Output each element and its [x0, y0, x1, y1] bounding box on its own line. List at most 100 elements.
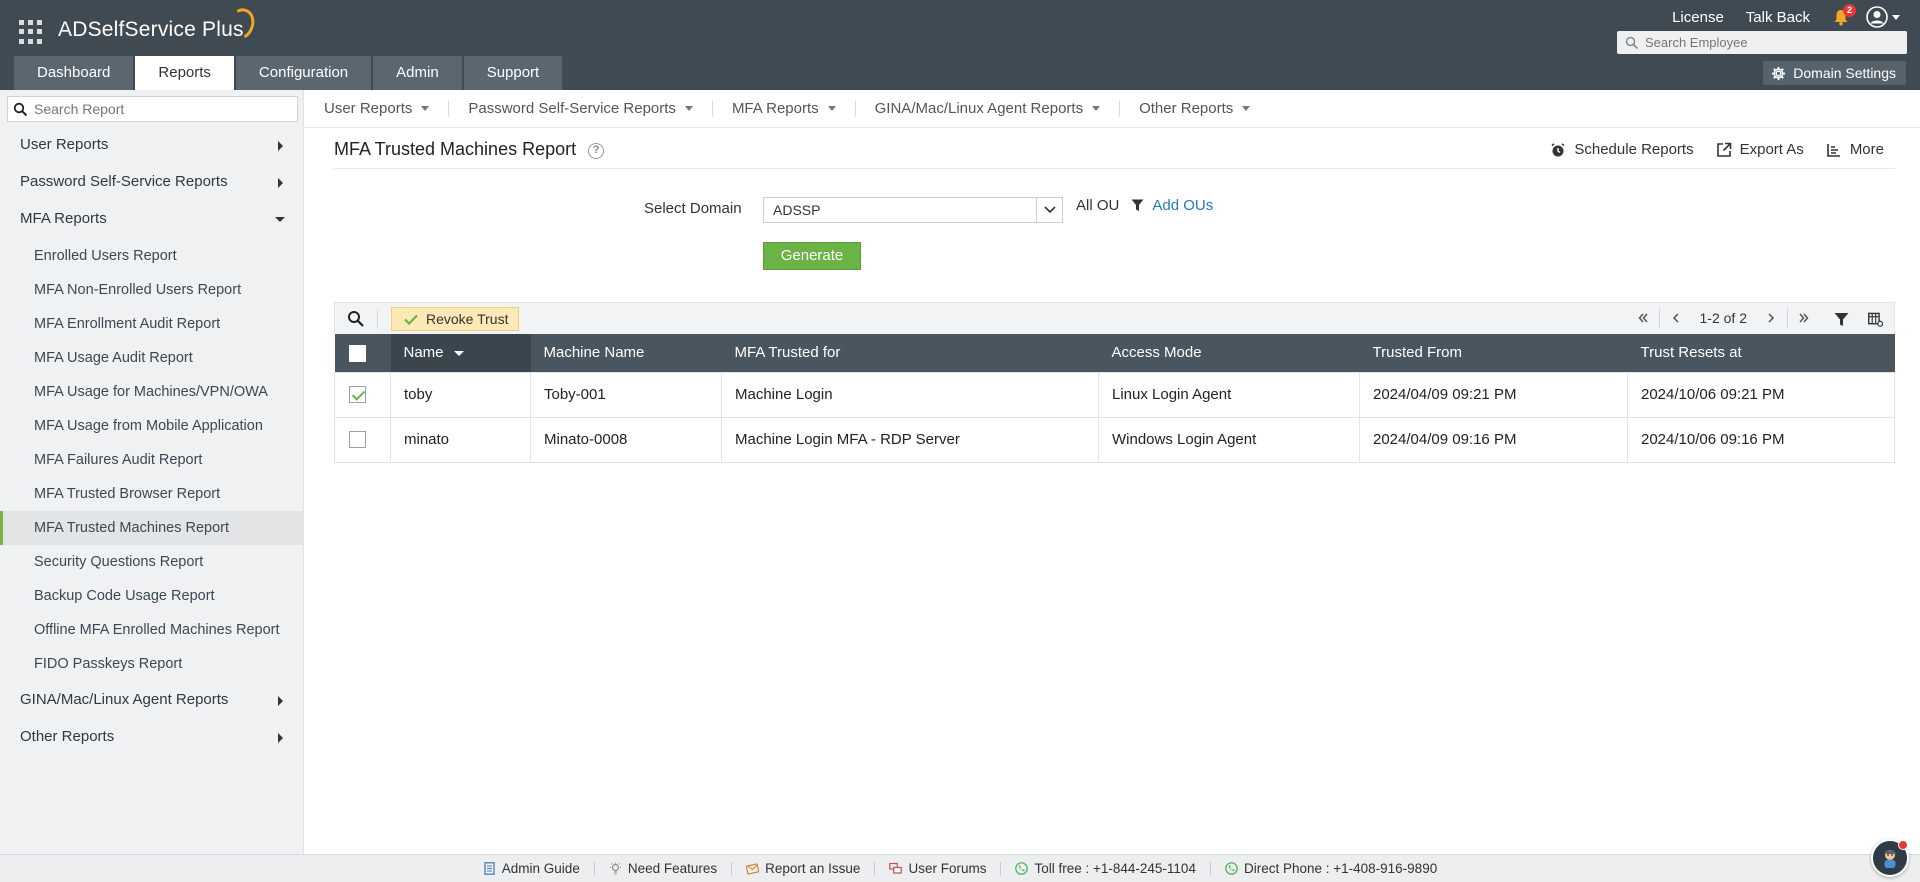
more-label: More — [1849, 141, 1884, 158]
row-checkbox[interactable] — [349, 431, 366, 449]
sidebar-item-offline-mfa-enrolled[interactable]: Offline MFA Enrolled Machines Report — [0, 613, 304, 647]
domain-settings-button[interactable]: Domain Settings — [1763, 61, 1906, 85]
table-tools — [1818, 308, 1886, 330]
cell-mfa-trusted-for: Machine Login — [721, 371, 1099, 418]
chevron-down-icon — [1892, 14, 1900, 20]
admin-guide-link[interactable]: Admin Guide — [469, 861, 595, 876]
double-chevron-left-icon — [1638, 313, 1648, 323]
export-as-button[interactable]: Export As — [1716, 141, 1804, 158]
more-button[interactable]: More — [1826, 141, 1884, 158]
subnav-mfa-reports[interactable]: MFA Reports — [713, 100, 856, 117]
sidebar-category-mfa-reports[interactable]: MFA Reports — [0, 200, 304, 237]
column-header-trusted-from[interactable]: Trusted From — [1359, 334, 1628, 372]
sidebar-item-mfa-trusted-machines[interactable]: MFA Trusted Machines Report — [0, 511, 304, 545]
chevron-right-icon — [278, 141, 283, 151]
sidebar-category-other-reports[interactable]: Other Reports — [0, 718, 304, 755]
sidebar-category-user-reports[interactable]: User Reports — [0, 126, 304, 163]
table-filter-button[interactable] — [1830, 308, 1852, 330]
report-search-input[interactable] — [34, 101, 289, 117]
notification-count-badge: 2 — [1843, 4, 1856, 17]
column-header-trust-resets-at[interactable]: Trust Resets at — [1627, 334, 1895, 372]
next-page-button[interactable] — [1761, 307, 1781, 329]
subnav-label: MFA Reports — [731, 100, 819, 117]
app-header: ADSelfService Plus License Talk Back 2 D… — [0, 0, 1920, 90]
column-chooser-button[interactable] — [1864, 308, 1886, 330]
cell-trusted-from: 2024/04/09 09:21 PM — [1359, 371, 1628, 418]
sidebar-category-password-reports[interactable]: Password Self-Service Reports — [0, 163, 304, 200]
sidebar-category-agent-reports[interactable]: GINA/Mac/Linux Agent Reports — [0, 681, 304, 718]
user-forums-label: User Forums — [908, 861, 987, 876]
table-row[interactable]: toby Toby-001 Machine Login Linux Login … — [334, 371, 1895, 418]
chevron-down-icon — [827, 106, 836, 111]
table-row[interactable]: minato Minato-0008 Machine Login MFA - R… — [334, 416, 1895, 463]
tab-support[interactable]: Support — [463, 56, 563, 90]
notifications-bell-icon[interactable]: 2 — [1832, 4, 1856, 26]
talk-back-link[interactable]: Talk Back — [1746, 9, 1810, 26]
table-search-icon[interactable] — [347, 310, 365, 328]
toll-free-phone: Toll free : +1-844-245-1104 — [1001, 861, 1211, 876]
sidebar-item-enrolled-users[interactable]: Enrolled Users Report — [0, 239, 304, 273]
subnav-other-reports[interactable]: Other Reports — [1120, 100, 1269, 117]
report-issue-link[interactable]: Report an Issue — [732, 861, 876, 876]
subnav-agent-reports[interactable]: GINA/Mac/Linux Agent Reports — [856, 100, 1121, 117]
toolbar-divider — [377, 309, 378, 329]
revoke-trust-button[interactable]: Revoke Trust — [391, 307, 520, 331]
chevron-down-icon — [1092, 106, 1101, 111]
sidebar-item-backup-code-usage[interactable]: Backup Code Usage Report — [0, 579, 304, 613]
phone-icon — [1225, 862, 1238, 875]
generate-button[interactable]: Generate — [763, 242, 861, 270]
license-link[interactable]: License — [1672, 9, 1724, 26]
chevron-right-icon — [278, 733, 283, 743]
row-checkbox[interactable] — [349, 386, 366, 404]
app-logo: ADSelfService Plus — [58, 18, 244, 41]
dropdown-button[interactable] — [1036, 198, 1062, 222]
sidebar-item-mfa-usage-machines[interactable]: MFA Usage for Machines/VPN/OWA — [0, 375, 304, 409]
select-all-checkbox[interactable] — [348, 344, 366, 362]
subnav-password-reports[interactable]: Password Self-Service Reports — [449, 100, 713, 117]
tab-admin[interactable]: Admin — [373, 56, 462, 90]
column-header-name[interactable]: Name — [390, 334, 531, 372]
first-page-button[interactable] — [1633, 307, 1653, 329]
chat-assistant-button[interactable] — [1871, 839, 1909, 877]
cell-machine-name: Minato-0008 — [530, 416, 722, 463]
add-ous-link[interactable]: Add OUs — [1152, 197, 1213, 214]
help-icon[interactable]: ? — [588, 142, 605, 159]
report-search[interactable] — [7, 96, 298, 122]
sidebar-item-mfa-failures-audit[interactable]: MFA Failures Audit Report — [0, 443, 304, 477]
column-header-machine-name[interactable]: Machine Name — [530, 334, 722, 372]
direct-phone-label: Direct Phone : +1-408-916-9890 — [1243, 861, 1438, 876]
filter-icon — [1834, 312, 1848, 326]
category-label: GINA/Mac/Linux Agent Reports — [20, 691, 229, 708]
employee-search[interactable] — [1617, 31, 1907, 54]
admin-guide-label: Admin Guide — [501, 861, 580, 876]
column-header-access-mode[interactable]: Access Mode — [1098, 334, 1360, 372]
footer-bar: Admin Guide Need Features Report an Issu… — [0, 854, 1920, 882]
sidebar-item-mfa-trusted-browser[interactable]: MFA Trusted Browser Report — [0, 477, 304, 511]
column-header-mfa-trusted-for[interactable]: MFA Trusted for — [721, 334, 1099, 372]
subnav-user-reports[interactable]: User Reports — [305, 100, 450, 117]
need-features-link[interactable]: Need Features — [595, 861, 733, 876]
title-divider — [334, 168, 1895, 169]
sidebar-item-mfa-enrollment-audit[interactable]: MFA Enrollment Audit Report — [0, 307, 304, 341]
user-menu[interactable] — [1866, 6, 1900, 28]
sidebar-item-mfa-non-enrolled[interactable]: MFA Non-Enrolled Users Report — [0, 273, 304, 307]
sidebar-item-security-questions[interactable]: Security Questions Report — [0, 545, 304, 579]
cell-trusted-from: 2024/04/09 09:16 PM — [1359, 416, 1628, 463]
export-icon — [1716, 142, 1731, 157]
last-page-button[interactable] — [1794, 307, 1814, 329]
sidebar-item-mfa-usage-mobile[interactable]: MFA Usage from Mobile Application — [0, 409, 304, 443]
schedule-reports-button[interactable]: Schedule Reports — [1550, 141, 1694, 158]
need-features-label: Need Features — [627, 861, 718, 876]
user-forums-link[interactable]: User Forums — [875, 861, 1002, 876]
domain-select[interactable]: ADSSP — [763, 197, 1063, 223]
report-category-list: User Reports Password Self-Service Repor… — [0, 126, 304, 755]
tab-reports[interactable]: Reports — [135, 56, 234, 90]
employee-search-input[interactable] — [1645, 35, 1885, 50]
select-all-header — [334, 334, 391, 372]
previous-page-button[interactable] — [1666, 307, 1686, 329]
tab-configuration[interactable]: Configuration — [235, 56, 372, 90]
sidebar-item-fido-passkeys[interactable]: FIDO Passkeys Report — [0, 647, 304, 681]
tab-dashboard[interactable]: Dashboard — [14, 56, 134, 90]
app-launcher-icon[interactable] — [19, 20, 43, 44]
sidebar-item-mfa-usage-audit[interactable]: MFA Usage Audit Report — [0, 341, 304, 375]
